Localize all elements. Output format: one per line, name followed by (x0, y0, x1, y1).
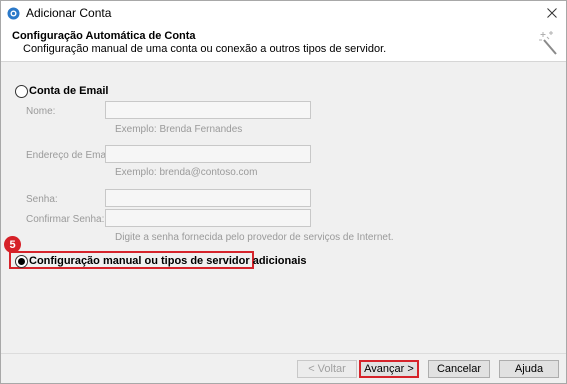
outlook-app-icon (7, 7, 20, 20)
magic-wand-icon (539, 31, 557, 55)
name-label: Nome: (26, 106, 56, 117)
email-field[interactable] (105, 145, 311, 163)
wizard-header: Configuração Automática de Conta Configu… (1, 25, 566, 62)
add-account-dialog: Adicionar Conta Configuração Automática … (0, 0, 567, 384)
email-hint: Exemplo: brenda@contoso.com (115, 167, 258, 178)
close-button[interactable] (538, 1, 566, 25)
back-button[interactable]: < Voltar (297, 360, 357, 378)
wizard-footer: < Voltar Avançar > Cancelar Ajuda (1, 353, 566, 383)
password-hint: Digite a senha fornecida pelo provedor d… (115, 232, 394, 243)
manual-setup-radio[interactable] (15, 255, 28, 268)
close-icon (547, 8, 557, 18)
confirm-password-field[interactable] (105, 209, 311, 227)
window-title: Adicionar Conta (26, 6, 112, 20)
title-bar: Adicionar Conta (1, 1, 566, 25)
email-account-radio[interactable] (15, 85, 28, 98)
help-button[interactable]: Ajuda (499, 360, 559, 378)
header-title: Configuração Automática de Conta (12, 30, 196, 42)
next-button[interactable]: Avançar > (359, 360, 419, 378)
manual-setup-radio-label[interactable]: Configuração manual ou tipos de servidor… (29, 255, 307, 267)
confirm-password-label: Confirmar Senha: (26, 214, 105, 225)
step-badge: 5 (4, 236, 21, 253)
email-label: Endereço de Email: (26, 150, 114, 161)
header-subtitle: Configuração manual de uma conta ou cone… (23, 43, 387, 55)
name-hint: Exemplo: Brenda Fernandes (115, 124, 243, 135)
password-field[interactable] (105, 189, 311, 207)
cancel-button[interactable]: Cancelar (428, 360, 490, 378)
wizard-content: Conta de Email Nome: Exemplo: Brenda Fer… (1, 62, 566, 353)
name-field[interactable] (105, 101, 311, 119)
password-label: Senha: (26, 194, 58, 205)
email-account-radio-label[interactable]: Conta de Email (29, 85, 108, 97)
